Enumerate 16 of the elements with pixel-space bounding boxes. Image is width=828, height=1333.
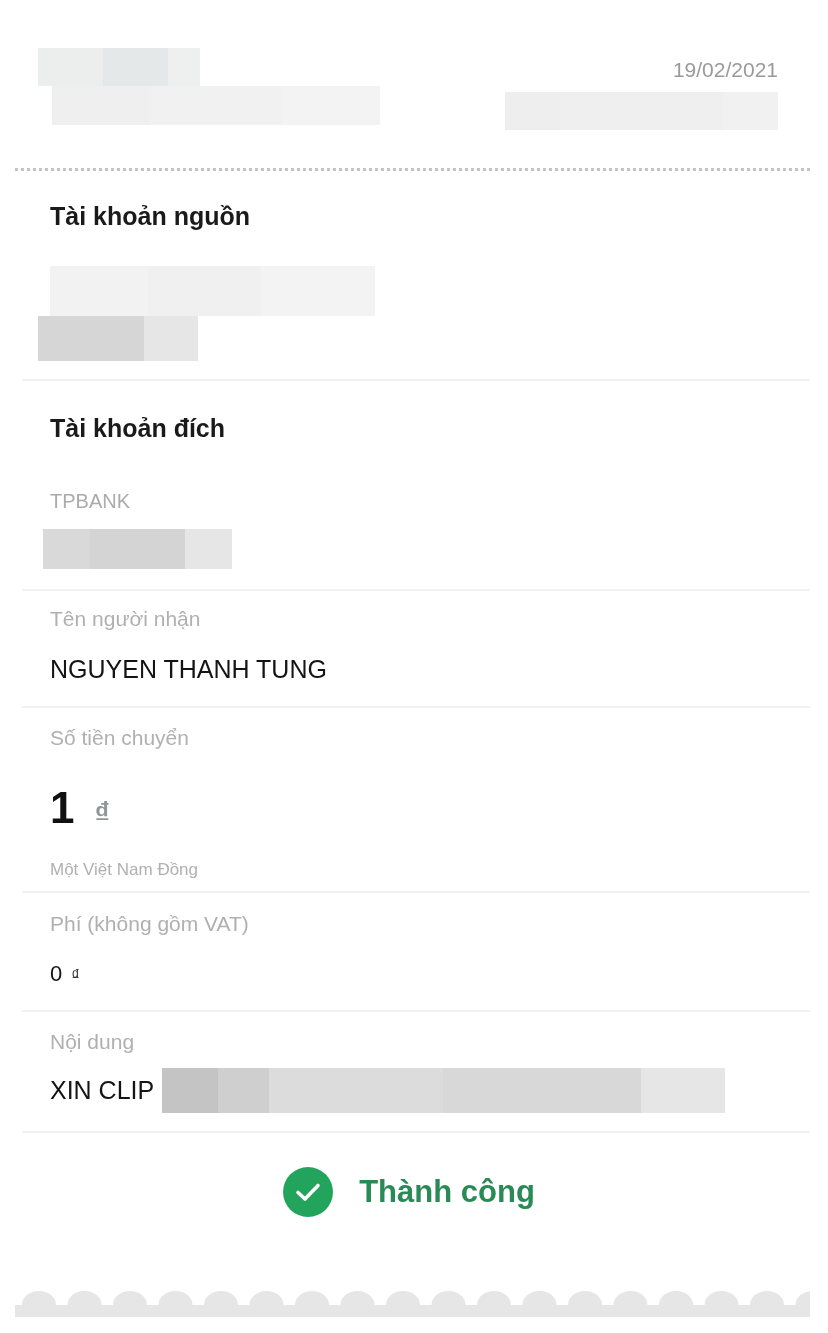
currency-symbol: ₫ (94, 795, 110, 831)
bank-name: TPBANK (50, 489, 131, 513)
field-value: NGUYEN THANH TUNG (50, 654, 327, 684)
fee-value: 0 (50, 961, 63, 987)
field-label: Phí (không gồm VAT) (50, 912, 249, 936)
field-label: Tên người nhận (50, 607, 201, 631)
field-label: Số tiền chuyển (50, 726, 189, 750)
status-text: Thành công (359, 1173, 535, 1211)
amount-value: 1 (50, 784, 75, 832)
field-label: Nội dung (50, 1030, 135, 1054)
currency-symbol: ₫ (71, 966, 80, 986)
section-title: Tài khoản đích (50, 413, 226, 443)
amount-in-words: Một Việt Nam Đồng (50, 860, 199, 880)
field-value: XIN CLIP (50, 1075, 155, 1105)
transaction-date: 19/02/2021 (672, 58, 778, 82)
section-title: Tài khoản nguồn (50, 201, 250, 231)
